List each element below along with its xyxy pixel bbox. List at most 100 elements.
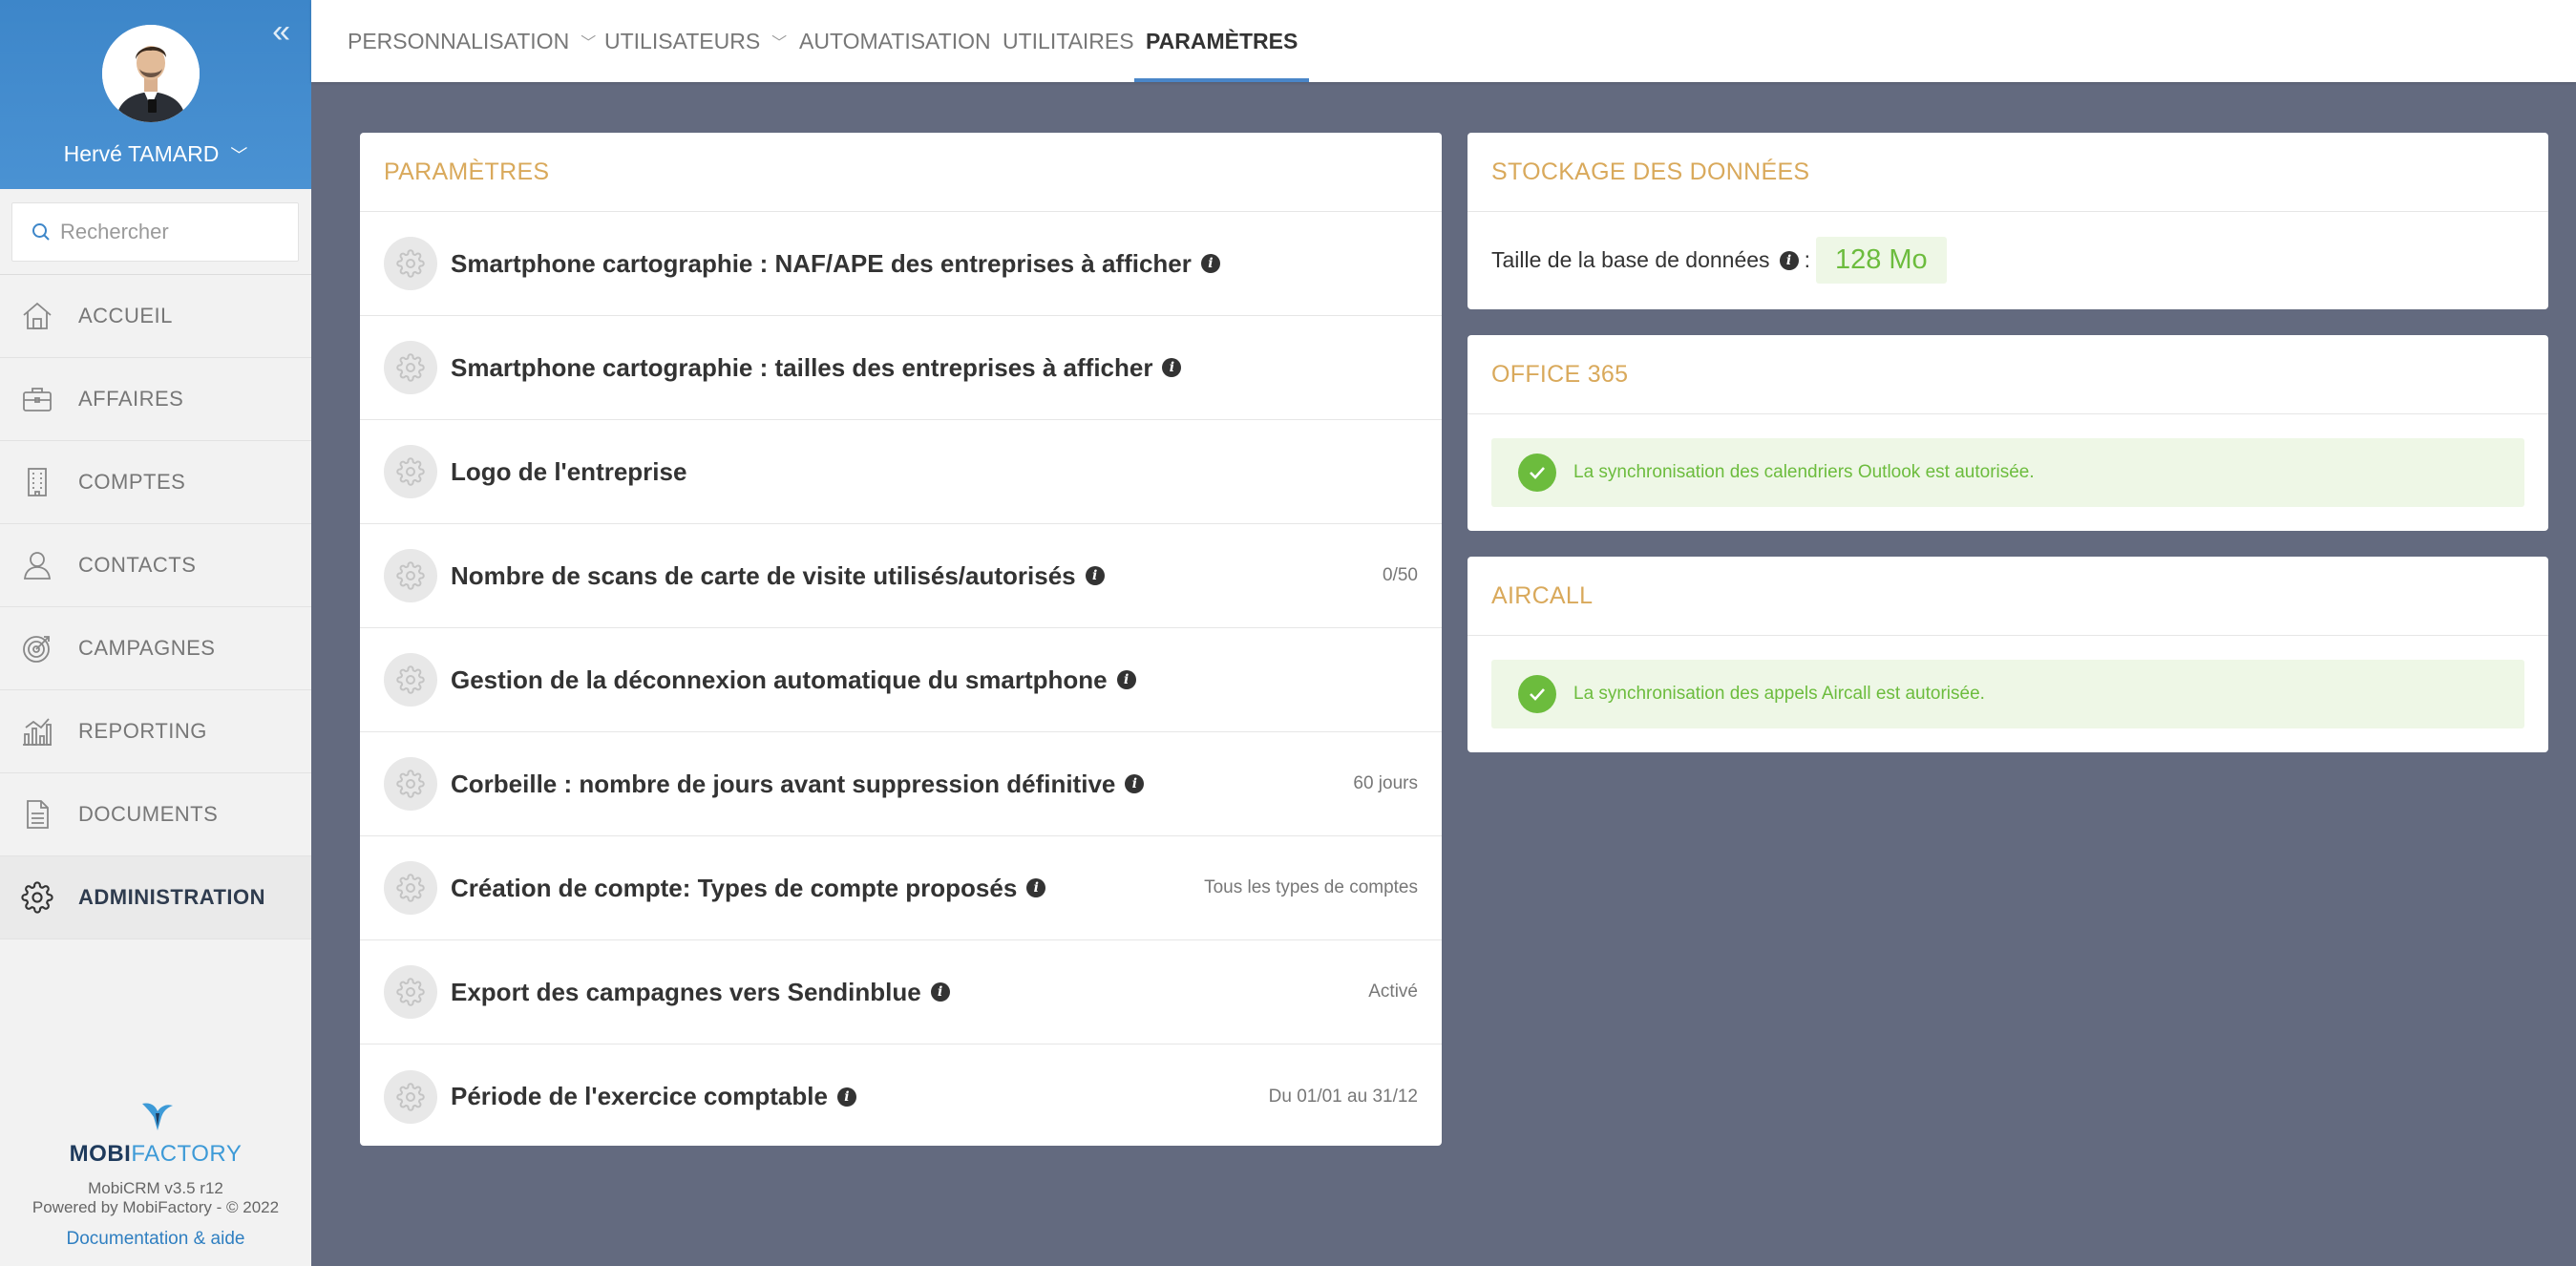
tab-label: PERSONNALISATION [348,28,570,53]
info-icon[interactable]: i [930,982,950,1002]
sidebar-item-documents[interactable]: DOCUMENTS [0,773,311,856]
sidebar-item-label: CONTACTS [78,553,197,577]
info-icon[interactable]: i [1116,670,1136,689]
office365-sync-notice: La synchronisation des calendriers Outlo… [1491,438,2524,507]
sidebar-footer: MOBIFACTORY MobiCRM v3.5 r12 Powered by … [0,1098,311,1250]
chevron-down-icon: ﹀ [581,35,597,52]
parametre-row[interactable]: Nombre de scans de carte de visite utili… [360,524,1442,628]
bird-logo-icon [0,1098,311,1137]
office365-panel: OFFICE 365 La synchronisation des calend… [1467,335,2548,531]
powered-by: Powered by MobiFactory - © 2022 [32,1198,280,1216]
parametre-label: Smartphone cartographie : tailles des en… [451,352,1153,382]
gear-icon[interactable] [384,965,437,1019]
parametre-row[interactable]: Corbeille : nombre de jours avant suppre… [360,732,1442,836]
storage-panel: STOCKAGE DES DONNÉES Taille de la base d… [1467,133,2548,309]
parametre-row[interactable]: Création de compte: Types de compte prop… [360,836,1442,940]
sidebar-item-label: COMPTES [78,470,186,494]
check-circle-icon [1518,675,1556,713]
sidebar-item-administration[interactable]: ADMINISTRATION [0,856,311,939]
chart-icon [19,713,55,749]
gear-icon[interactable] [384,549,437,602]
tab-label: PARAMÈTRES [1146,28,1299,53]
user-menu[interactable]: Hervé TAMARD ﹀ [0,141,311,167]
info-icon[interactable]: i [836,1087,856,1107]
app-version: MobiCRM v3.5 r12 [88,1179,223,1197]
parametre-value: 0/50 [1383,565,1418,585]
gear-icon[interactable] [384,757,437,811]
panel-title: STOCKAGE DES DONNÉES [1467,133,2548,212]
info-icon[interactable]: i [1779,250,1799,270]
gear-icon[interactable] [384,341,437,394]
tab-parametres[interactable]: PARAMÈTRES [1133,0,1310,82]
parametre-value: Activé [1368,981,1418,1002]
tab-utilisateurs[interactable]: UTILISATEURS ﹀ [604,0,787,82]
storage-size-badge: 128 Mo [1815,237,1947,284]
storage-label: Taille de la base de données [1491,247,1770,272]
sidebar-item-label: REPORTING [78,719,207,743]
brand-logo: MOBIFACTORY [0,1141,311,1168]
building-icon [19,464,55,500]
info-icon[interactable]: i [1085,566,1105,585]
tab-label: UTILITAIRES [1003,28,1134,53]
gear-icon[interactable] [384,445,437,498]
parametre-row[interactable]: Période de l'exercice comptable i Du 01/01… [360,1044,1442,1149]
info-icon[interactable]: i [1162,358,1182,377]
info-icon[interactable]: i [1125,774,1145,793]
sidebar-nav: ACCUEIL AFFAIRES COMPTES CONTACTS CAMPAG… [0,275,311,939]
avatar[interactable] [102,25,200,122]
parametre-row[interactable]: Smartphone cartographie : tailles des en… [360,316,1442,420]
parametre-row[interactable]: Smartphone cartographie : NAF/APE des en… [360,212,1442,316]
briefcase-icon [19,381,55,417]
gear-icon[interactable] [384,861,437,915]
search-box [11,202,299,262]
notice-text: La synchronisation des calendriers Outlo… [1573,462,2035,482]
tab-label: AUTOMATISATION [799,28,991,53]
sidebar-item-campagnes[interactable]: CAMPAGNES [0,607,311,690]
sidebar-item-comptes[interactable]: COMPTES [0,441,311,524]
parametre-label: Nombre de scans de carte de visite utili… [451,560,1076,590]
parametre-label: Création de compte: Types de compte prop… [451,873,1018,902]
document-icon [19,796,55,833]
parametre-label: Smartphone cartographie : NAF/APE des en… [451,248,1192,278]
notice-text: La synchronisation des appels Aircall es… [1573,684,1985,704]
sidebar-item-affaires[interactable]: AFFAIRES [0,358,311,441]
tab-utilitaires[interactable]: UTILITAIRES [1003,0,1134,82]
sidebar-item-reporting[interactable]: REPORTING [0,690,311,773]
sidebar-item-accueil[interactable]: ACCUEIL [0,275,311,358]
info-icon[interactable]: i [1200,254,1220,273]
aircall-sync-notice: La synchronisation des appels Aircall es… [1491,660,2524,728]
check-circle-icon [1518,454,1556,492]
gear-icon[interactable] [384,653,437,707]
panel-title: PARAMÈTRES [360,133,1442,212]
top-navigation: PERSONNALISATION ﹀ UTILISATEURS ﹀ AUTOMATI… [311,0,2576,82]
parametre-row[interactable]: Export des campagnes vers Sendinblue i Act… [360,940,1442,1044]
tab-label: UTILISATEURS [604,28,761,53]
panel-title: OFFICE 365 [1467,335,2548,414]
sidebar-item-label: CAMPAGNES [78,636,216,660]
user-profile: « Hervé TAMARD ﹀ [0,0,311,189]
info-icon[interactable]: i [1026,878,1046,897]
parametres-list: Smartphone cartographie : NAF/APE des en… [360,212,1442,1149]
user-name: Hervé TAMARD [63,141,220,166]
parametre-label: Export des campagnes vers Sendinblue [451,977,921,1006]
tab-personnalisation[interactable]: PERSONNALISATION ﹀ [348,0,596,82]
target-icon [19,630,55,666]
parametre-row[interactable]: Logo de l'entreprise [360,420,1442,524]
gear-icon[interactable] [384,1069,437,1124]
documentation-link[interactable]: Documentation & aide [0,1229,311,1250]
gear-icon [19,879,55,916]
sidebar-item-contacts[interactable]: CONTACTS [0,524,311,607]
collapse-sidebar-icon[interactable]: « [272,15,290,48]
parametres-panel: PARAMÈTRES Smartphone cartographie : NAF… [360,133,1442,1146]
gear-icon[interactable] [384,237,437,290]
sidebar-item-label: ACCUEIL [78,304,173,327]
search-input[interactable] [60,220,289,244]
tab-automatisation[interactable]: AUTOMATISATION [799,0,991,82]
panel-title: AIRCALL [1467,557,2548,636]
parametre-label: Gestion de la déconnexion automatique du… [451,665,1108,694]
parametre-row[interactable]: Gestion de la déconnexion automatique du… [360,628,1442,732]
parametre-value: Tous les types de comptes [1204,877,1418,897]
person-icon [19,547,55,583]
sidebar-item-label: AFFAIRES [78,387,184,411]
storage-info: Taille de la base de données i : 128 Mo [1467,212,2548,308]
